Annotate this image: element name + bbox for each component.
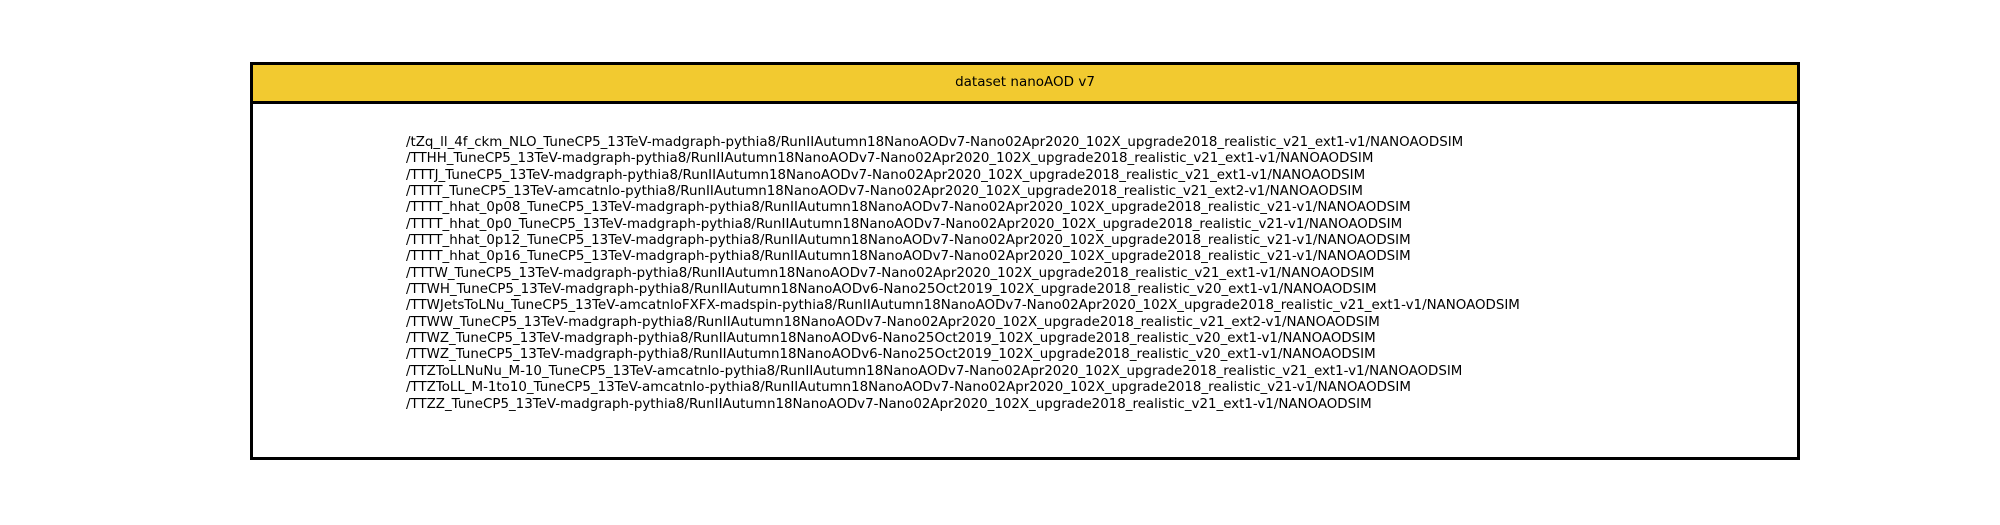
dataset-item: /TTWW_TuneCP5_13TeV-madgraph-pythia8/Run…	[406, 314, 1380, 330]
table-header: dataset nanoAOD v7	[253, 65, 1797, 104]
dataset-item: /TTTT_TuneCP5_13TeV-amcatnlo-pythia8/Run…	[406, 184, 1363, 200]
dataset-item: /TTZToLL_M-1to10_TuneCP5_13TeV-amcatnlo-…	[406, 380, 1411, 396]
dataset-item: /TTWZ_TuneCP5_13TeV-madgraph-pythia8/Run…	[406, 347, 1376, 363]
dataset-item: /TTTT_hhat_0p12_TuneCP5_13TeV-madgraph-p…	[406, 233, 1411, 249]
dataset-item: /TTZZ_TuneCP5_13TeV-madgraph-pythia8/Run…	[406, 396, 1372, 412]
table-body: /tZq_ll_4f_ckm_NLO_TuneCP5_13TeV-madgrap…	[253, 104, 1797, 457]
dataset-item: /TTWZ_TuneCP5_13TeV-madgraph-pythia8/Run…	[406, 331, 1376, 347]
dataset-item: /TTTT_hhat_0p0_TuneCP5_13TeV-madgraph-py…	[406, 216, 1403, 232]
dataset-table: dataset nanoAOD v7 /tZq_ll_4f_ckm_NLO_Tu…	[250, 62, 1800, 460]
dataset-item: /tZq_ll_4f_ckm_NLO_TuneCP5_13TeV-madgrap…	[406, 135, 1464, 150]
dataset-item: /TTTT_hhat_0p08_TuneCP5_13TeV-madgraph-p…	[406, 200, 1411, 216]
dataset-item: /TTTW_TuneCP5_13TeV-madgraph-pythia8/Run…	[406, 265, 1375, 281]
dataset-item: /TTWJetsToLNu_TuneCP5_13TeV-amcatnloFXFX…	[406, 298, 1520, 314]
dataset-item: /TTZToLLNuNu_M-10_TuneCP5_13TeV-amcatnlo…	[406, 363, 1463, 379]
dataset-item: /TTHH_TuneCP5_13TeV-madgraph-pythia8/Run…	[406, 151, 1374, 167]
dataset-item: /TTWH_TuneCP5_13TeV-madgraph-pythia8/Run…	[406, 282, 1377, 298]
dataset-list: /tZq_ll_4f_ckm_NLO_TuneCP5_13TeV-madgrap…	[406, 135, 1520, 413]
dataset-item: /TTTT_hhat_0p16_TuneCP5_13TeV-madgraph-p…	[406, 249, 1411, 265]
table-header-title: dataset nanoAOD v7	[955, 74, 1095, 91]
dataset-item: /TTTJ_TuneCP5_13TeV-madgraph-pythia8/Run…	[406, 167, 1366, 183]
